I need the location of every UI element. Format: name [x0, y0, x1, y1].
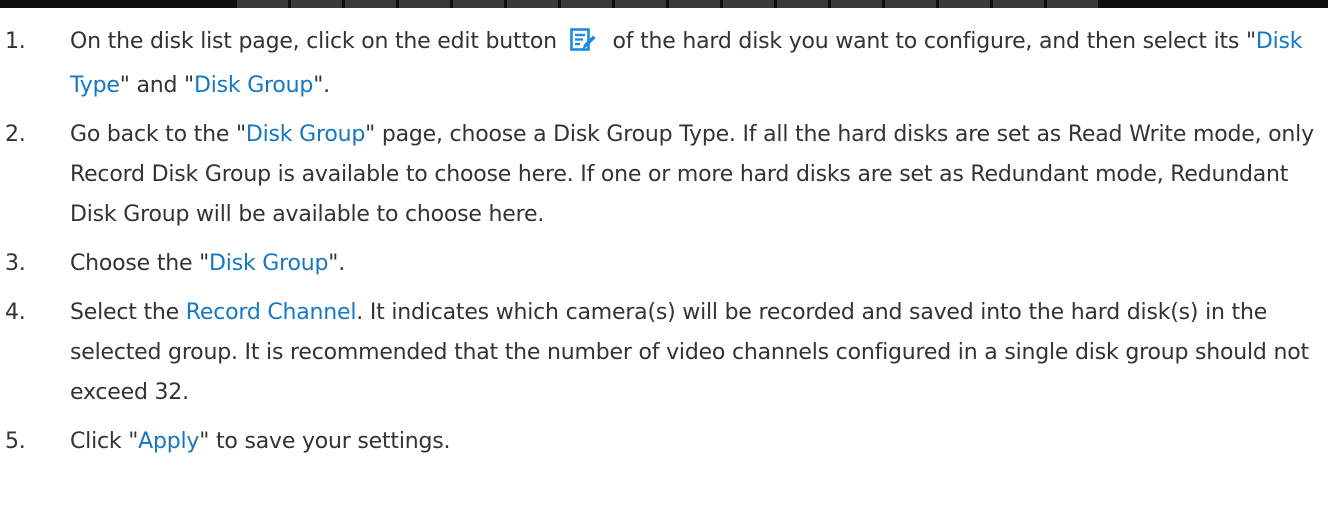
toolbar-cell: [399, 0, 453, 8]
step-text: of the hard disk you want to configure, …: [612, 29, 1257, 54]
edit-icon: [569, 26, 596, 66]
step-3: 3. Choose the "Disk Group".: [0, 244, 1328, 284]
toolbar-cell: [723, 0, 777, 8]
toolbar-cell: [507, 0, 561, 8]
disk-group-link: Disk Group: [193, 73, 314, 98]
toolbar-cell: [993, 0, 1047, 8]
toolbar-cell: [885, 0, 939, 8]
toolbar-cell: [939, 0, 993, 8]
toolbar-cell: [669, 0, 723, 8]
step-text: ".: [313, 73, 330, 98]
step-number: 4.: [5, 300, 26, 325]
step-number: 2.: [5, 122, 26, 147]
disk-group-link: Disk Group: [209, 251, 329, 276]
step-1: 1. On the disk list page, click on the e…: [0, 22, 1328, 106]
instruction-steps: 1. On the disk list page, click on the e…: [0, 22, 1328, 471]
step-number: 5.: [5, 429, 26, 454]
step-text: Click ": [70, 429, 139, 454]
toolbar-cell: [561, 0, 615, 8]
toolbar-cell: [615, 0, 669, 8]
step-4: 4. Select the Record Channel. It indicat…: [0, 293, 1328, 413]
top-toolbar-strip: [0, 0, 1328, 8]
toolbar-cell: [777, 0, 831, 8]
toolbar-cell: [1047, 0, 1101, 8]
toolbar-cell: [291, 0, 345, 8]
step-text: " to save your settings.: [199, 429, 451, 454]
step-text: " and ": [119, 73, 194, 98]
step-text: On the disk list page, click on the edit…: [70, 29, 557, 54]
step-text: ".: [328, 251, 345, 276]
disk-group-link: Disk Group: [245, 122, 366, 147]
step-5: 5. Click "Apply" to save your settings.: [0, 422, 1328, 462]
step-text: Select the: [70, 300, 186, 325]
toolbar-cell: [453, 0, 507, 8]
step-2: 2. Go back to the "Disk Group" page, cho…: [0, 115, 1328, 235]
step-text: Go back to the ": [70, 122, 246, 147]
toolbar-cell: [831, 0, 885, 8]
step-text: Choose the ": [70, 251, 210, 276]
toolbar-cell: [345, 0, 399, 8]
step-number: 3.: [5, 251, 26, 276]
top-toolbar-cells: [237, 0, 1101, 8]
apply-link: Apply: [138, 429, 200, 454]
record-channel-link: Record Channel: [185, 300, 357, 325]
toolbar-cell: [237, 0, 291, 8]
step-number: 1.: [5, 29, 26, 54]
